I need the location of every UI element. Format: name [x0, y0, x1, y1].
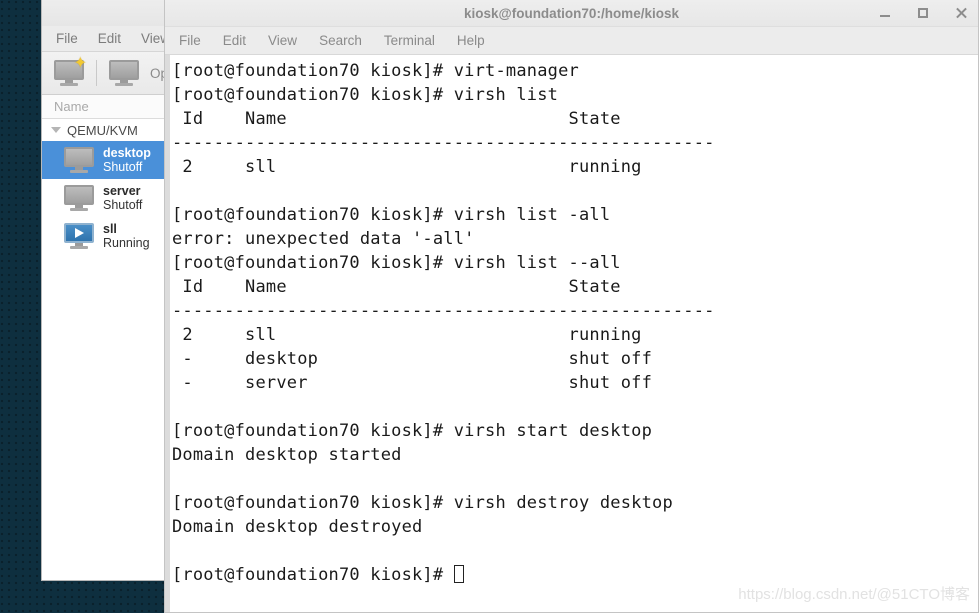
terminal-body[interactable]: [root@foundation70 kiosk]# virt-manager … — [165, 55, 978, 612]
monitor-screen — [64, 147, 94, 167]
terminal-menu-search[interactable]: Search — [319, 33, 362, 48]
minimize-icon[interactable] — [878, 6, 892, 20]
vm-text-block: sll Running — [103, 222, 150, 250]
terminal-titlebar[interactable]: kiosk@foundation70:/home/kiosk — [165, 0, 978, 27]
monitor-screen — [64, 185, 94, 205]
vmm-menu-file[interactable]: File — [56, 31, 78, 46]
close-icon[interactable] — [954, 6, 968, 20]
vm-name: server — [103, 184, 141, 198]
vm-state: Running — [103, 236, 150, 250]
terminal-menu-edit[interactable]: Edit — [223, 33, 246, 48]
terminal-output[interactable]: [root@foundation70 kiosk]# virt-manager … — [170, 55, 978, 612]
toolbar-separator — [96, 60, 97, 86]
block-cursor — [453, 565, 464, 583]
play-icon — [75, 228, 84, 238]
monitor-base — [115, 83, 133, 86]
vm-text-block: server Shutoff — [103, 184, 142, 212]
monitor-base — [70, 246, 88, 249]
vm-name: sll — [103, 222, 117, 236]
vm-state: Shutoff — [103, 160, 143, 174]
monitor-base — [60, 83, 78, 86]
terminal-menu-view[interactable]: View — [268, 33, 297, 48]
vm-state: Shutoff — [103, 198, 143, 212]
open-monitor-icon[interactable] — [109, 60, 139, 86]
triangle-down-icon[interactable] — [51, 127, 61, 133]
column-header-name: Name — [54, 99, 89, 114]
terminal-title: kiosk@foundation70:/home/kiosk — [464, 5, 679, 21]
terminal-menubar[interactable]: File Edit View Search Terminal Help — [165, 27, 978, 55]
maximize-icon[interactable] — [916, 6, 930, 20]
vmm-menu-edit[interactable]: Edit — [98, 31, 121, 46]
vm-name: desktop — [103, 146, 151, 160]
terminal-prompt-line: [root@foundation70 kiosk]# — [172, 565, 454, 585]
minimize-glyph — [880, 15, 890, 17]
monitor-play-icon — [64, 223, 94, 249]
terminal-menu-file[interactable]: File — [179, 33, 201, 48]
terminal-scrollback: [root@foundation70 kiosk]# virt-manager … — [172, 61, 715, 537]
vm-text-block: desktop Shutoff — [103, 146, 151, 174]
star-icon: ✦ — [73, 55, 87, 72]
monitor-icon — [64, 185, 94, 211]
monitor-base — [70, 170, 88, 173]
terminal-window[interactable]: kiosk@foundation70:/home/kiosk File Edit… — [164, 0, 979, 613]
terminal-menu-help[interactable]: Help — [457, 33, 485, 48]
desktop-background: File Edit View ✦ Ope Name QEMU/KVM deskt… — [0, 0, 979, 613]
window-controls[interactable] — [878, 6, 968, 20]
monitor-screen — [109, 60, 139, 80]
monitor-base — [70, 208, 88, 211]
terminal-menu-terminal[interactable]: Terminal — [384, 33, 435, 48]
new-vm-monitor-icon[interactable]: ✦ — [54, 56, 87, 86]
connection-label: QEMU/KVM — [67, 122, 138, 138]
monitor-icon — [64, 147, 94, 173]
terminal-scrollbar[interactable] — [165, 55, 170, 612]
scrollbar-thumb[interactable] — [165, 55, 170, 612]
maximize-glyph — [918, 8, 928, 18]
